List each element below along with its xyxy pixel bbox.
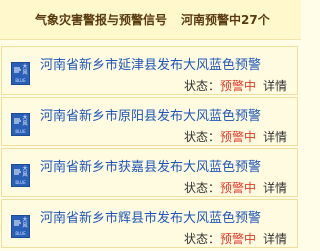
wind-warning-blue-icon: 大风 BLUE	[11, 164, 30, 187]
alert-card[interactable]: 大风 BLUE 河南省新乡市辉县市发布大风蓝色预警 状态：预警中 详情	[1, 199, 298, 248]
status-label: 状态：	[183, 79, 220, 93]
status-label: 状态：	[183, 130, 220, 144]
header-title: 气象灾害警报与预警信号	[35, 13, 168, 27]
detail-link[interactable]: 详情	[263, 232, 287, 246]
badge-sub: BLUE	[15, 180, 26, 185]
wind-warning-blue-icon: 大风 BLUE	[11, 62, 30, 85]
status-row: 状态：预警中 详情	[184, 77, 287, 94]
alert-title[interactable]: 河南省新乡市获嘉县发布大风蓝色预警	[40, 156, 261, 175]
badge-text: 大风	[22, 217, 28, 229]
status-value: 预警中	[219, 130, 256, 144]
badge-sub: BLUE	[15, 231, 26, 236]
badge-sub: BLUE	[15, 129, 26, 134]
status-value: 预警中	[219, 79, 256, 93]
panel-header: 气象灾害警报与预警信号 河南预警中27个	[0, 0, 301, 40]
status-row: 状态：预警中 详情	[184, 128, 287, 145]
status-label: 状态：	[183, 232, 220, 246]
alert-card[interactable]: 大风 BLUE 河南省新乡市延津县发布大风蓝色预警 状态：预警中 详情	[1, 46, 298, 95]
detail-link[interactable]: 详情	[263, 79, 287, 93]
detail-link[interactable]: 详情	[263, 181, 287, 195]
alert-title[interactable]: 河南省新乡市延津县发布大风蓝色预警	[40, 54, 261, 73]
badge-text: 大风	[22, 115, 28, 127]
badge-sub: BLUE	[15, 78, 26, 83]
warning-panel: 气象灾害警报与预警信号 河南预警中27个 大风 BLUE 河南省新乡市延津县发布…	[0, 0, 301, 251]
status-row: 状态：预警中 详情	[184, 179, 287, 196]
status-row: 状态：预警中 详情	[184, 230, 287, 247]
status-value: 预警中	[219, 232, 256, 246]
wind-warning-blue-icon: 大风 BLUE	[11, 215, 30, 238]
alert-card[interactable]: 大风 BLUE 河南省新乡市原阳县发布大风蓝色预警 状态：预警中 详情	[1, 97, 298, 146]
badge-text: 大风	[22, 166, 28, 178]
alert-title[interactable]: 河南省新乡市原阳县发布大风蓝色预警	[40, 105, 261, 124]
header-count: 河南预警中27个	[181, 13, 270, 27]
detail-link[interactable]: 详情	[263, 130, 287, 144]
status-value: 预警中	[219, 181, 256, 195]
badge-text: 大风	[22, 64, 28, 76]
alert-card[interactable]: 大风 BLUE 河南省新乡市获嘉县发布大风蓝色预警 状态：预警中 详情	[1, 148, 298, 197]
wind-warning-blue-icon: 大风 BLUE	[11, 113, 30, 136]
alert-title[interactable]: 河南省新乡市辉县市发布大风蓝色预警	[40, 207, 261, 226]
status-label: 状态：	[183, 181, 220, 195]
